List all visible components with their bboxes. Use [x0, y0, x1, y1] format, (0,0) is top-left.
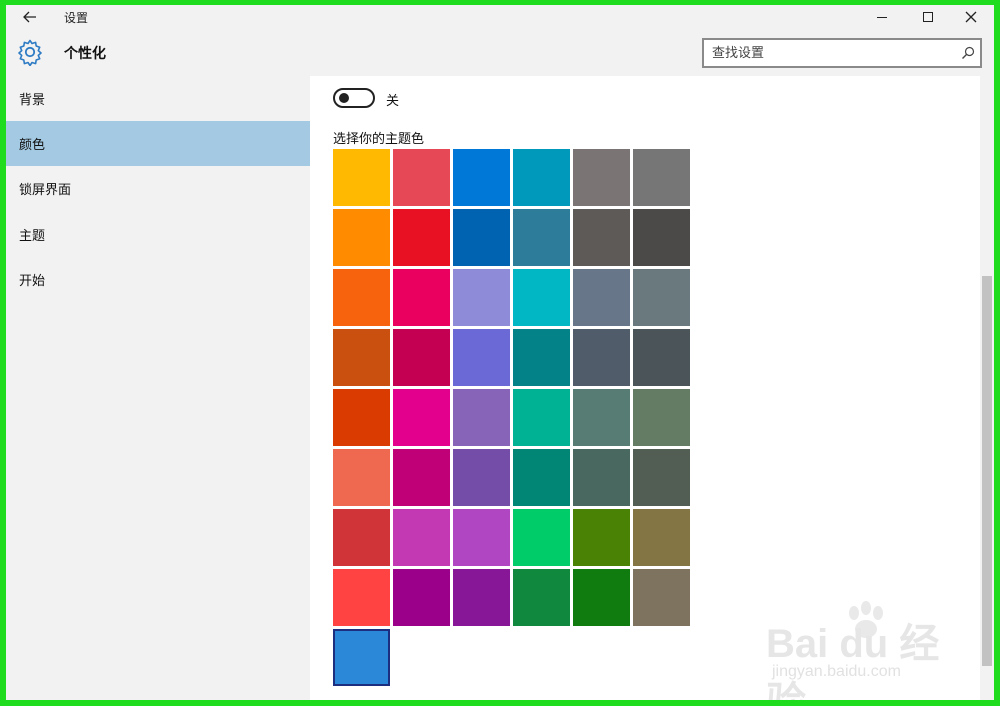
sidebar: 背景 颜色 锁屏界面 主题 开始	[6, 76, 310, 700]
color-swatch[interactable]	[633, 329, 690, 386]
color-swatch[interactable]	[393, 149, 450, 206]
sidebar-item-background[interactable]: 背景	[6, 76, 310, 121]
title-bar: 设置	[6, 5, 994, 29]
color-swatch[interactable]	[513, 149, 570, 206]
watermark-logo: Bai du 经验	[766, 622, 940, 700]
color-swatch[interactable]	[513, 329, 570, 386]
sidebar-item-label: 锁屏界面	[19, 183, 72, 198]
color-swatch[interactable]	[453, 209, 510, 266]
color-swatch[interactable]	[333, 509, 390, 566]
minimize-icon	[877, 16, 887, 18]
color-swatch[interactable]	[333, 269, 390, 326]
color-swatch[interactable]	[453, 269, 510, 326]
sidebar-item-lock-screen[interactable]: 锁屏界面	[6, 166, 310, 211]
color-swatch[interactable]	[633, 269, 690, 326]
color-swatch[interactable]	[573, 209, 630, 266]
accent-color-heading: 选择你的主题色	[333, 132, 425, 147]
color-swatch[interactable]	[633, 509, 690, 566]
color-swatch[interactable]	[513, 269, 570, 326]
color-swatch[interactable]	[393, 509, 450, 566]
color-swatch[interactable]	[393, 329, 450, 386]
scrollbar-thumb[interactable]	[982, 276, 992, 666]
color-swatch[interactable]	[333, 569, 390, 626]
close-button[interactable]	[948, 5, 994, 29]
color-swatch[interactable]	[393, 209, 450, 266]
gear-icon	[18, 39, 42, 66]
minimize-button[interactable]	[859, 5, 905, 29]
color-swatch[interactable]	[393, 389, 450, 446]
color-swatch[interactable]	[573, 149, 630, 206]
color-swatch[interactable]	[573, 329, 630, 386]
color-swatch[interactable]	[633, 389, 690, 446]
color-swatch[interactable]	[633, 569, 690, 626]
color-swatch[interactable]	[573, 269, 630, 326]
close-icon	[965, 11, 977, 23]
color-swatch[interactable]	[633, 149, 690, 206]
sidebar-item-start[interactable]: 开始	[6, 257, 310, 302]
color-swatch[interactable]	[573, 569, 630, 626]
color-swatch[interactable]	[453, 449, 510, 506]
accent-auto-toggle[interactable]	[333, 88, 375, 108]
sidebar-item-label: 开始	[19, 274, 46, 289]
search-icon[interactable]	[956, 41, 980, 65]
watermark-url: jingyan.baidu.com	[772, 663, 901, 680]
color-swatch[interactable]	[333, 449, 390, 506]
color-swatch[interactable]	[333, 329, 390, 386]
color-swatch[interactable]	[573, 449, 630, 506]
color-swatch[interactable]	[513, 209, 570, 266]
color-swatch[interactable]	[333, 209, 390, 266]
color-swatch[interactable]	[453, 149, 510, 206]
color-swatch[interactable]	[453, 509, 510, 566]
toggle-knob	[339, 93, 349, 103]
color-swatch[interactable]	[633, 209, 690, 266]
color-swatch[interactable]	[333, 149, 390, 206]
color-swatch[interactable]	[393, 269, 450, 326]
color-swatch[interactable]	[393, 449, 450, 506]
sidebar-item-colors[interactable]: 颜色	[6, 121, 310, 166]
color-swatch[interactable]	[453, 329, 510, 386]
arrow-left-icon	[23, 11, 36, 23]
color-swatch[interactable]	[513, 389, 570, 446]
color-swatch[interactable]	[453, 389, 510, 446]
color-swatch[interactable]	[633, 449, 690, 506]
scrollbar[interactable]	[980, 76, 994, 700]
maximize-icon	[923, 12, 933, 22]
search-box[interactable]	[702, 38, 982, 68]
settings-window: 设置 个性化 背景	[6, 5, 994, 700]
color-swatch[interactable]	[333, 389, 390, 446]
color-swatch[interactable]	[513, 569, 570, 626]
search-input[interactable]	[704, 40, 956, 66]
page-header: 个性化	[6, 29, 994, 76]
sidebar-item-label: 主题	[19, 229, 46, 244]
color-swatch[interactable]	[573, 509, 630, 566]
sidebar-item-label: 背景	[19, 93, 46, 108]
toggle-state-label: 关	[386, 94, 400, 109]
watermark: Bai du 经验 jingyan.baidu.com	[766, 601, 966, 700]
maximize-button[interactable]	[905, 5, 951, 29]
sidebar-item-label: 颜色	[19, 138, 46, 153]
back-button[interactable]	[18, 7, 42, 27]
color-swatch[interactable]	[393, 569, 450, 626]
color-swatch[interactable]	[513, 449, 570, 506]
color-swatch[interactable]	[573, 389, 630, 446]
app-title: 设置	[64, 11, 89, 25]
sidebar-item-themes[interactable]: 主题	[6, 212, 310, 257]
color-swatch[interactable]	[333, 629, 390, 686]
page-title: 个性化	[64, 46, 106, 62]
color-swatch[interactable]	[513, 509, 570, 566]
color-swatch[interactable]	[453, 569, 510, 626]
